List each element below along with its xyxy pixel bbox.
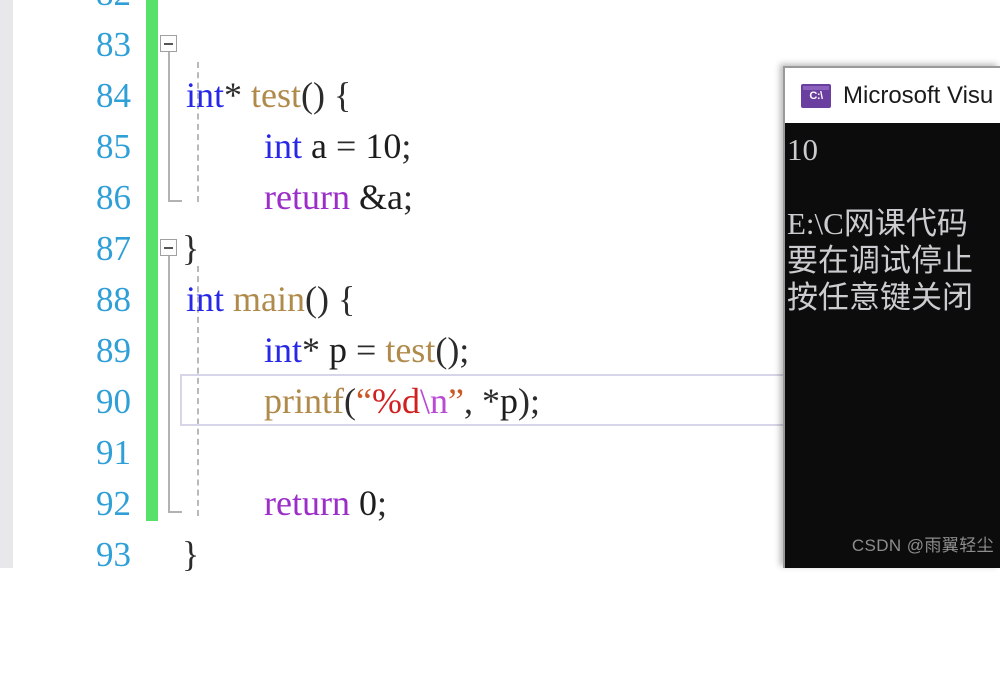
console-output-line: E:\C网课代码: [787, 206, 968, 241]
line-number: 88: [96, 280, 131, 319]
line-number: 93: [96, 535, 131, 574]
gutter-row: 88: [0, 274, 143, 325]
line-number: 87: [96, 229, 131, 268]
line-number: 84: [96, 76, 131, 115]
console-window[interactable]: C:\ Microsoft Visu 10 E:\C网课代码 要在调试停止 按任…: [783, 66, 1000, 568]
code-line-83[interactable]: int* test() {: [158, 19, 1000, 115]
line-number: 86: [96, 178, 131, 217]
gutter-row: 92: [0, 478, 143, 529]
line-number: 82: [11, 0, 131, 19]
console-output-line: 按任意键关闭: [787, 280, 973, 315]
console-output-area[interactable]: 10 E:\C网课代码 要在调试停止 按任意键关闭: [785, 123, 1000, 568]
gutter-row: 83: [0, 19, 143, 70]
gutter-row: 82: [0, 0, 143, 19]
console-output-line: 要在调试停止: [787, 243, 973, 278]
gutter-row: 93: [0, 529, 143, 580]
gutter-row: 90: [0, 376, 143, 427]
gutter-row: 86: [0, 172, 143, 223]
gutter-row: 89: [0, 325, 143, 376]
line-number: 89: [96, 331, 131, 370]
console-output-line: 10: [787, 132, 818, 167]
console-window-title: Microsoft Visu: [843, 81, 994, 109]
csdn-watermark: CSDN @雨翼轻尘: [851, 536, 994, 555]
console-app-icon-label: C:\: [809, 89, 823, 102]
line-number: 91: [96, 433, 131, 472]
line-number: 83: [96, 25, 131, 64]
change-indicator-track: [146, 0, 158, 521]
line-number-gutter: 82 83 84 85 86 87 88 89 90 91 92 93: [13, 0, 143, 574]
gutter-row: 85: [0, 121, 143, 172]
gutter-row: 87: [0, 223, 143, 274]
line-number: 92: [96, 484, 131, 523]
line-number: 90: [96, 382, 131, 421]
console-app-icon: C:\: [801, 83, 831, 108]
gutter-row: 91: [0, 427, 143, 478]
line-number: 85: [96, 127, 131, 166]
gutter-row: 84: [0, 70, 143, 121]
console-output-blank: [787, 168, 1000, 205]
console-title-bar[interactable]: C:\ Microsoft Visu: [785, 68, 1000, 123]
